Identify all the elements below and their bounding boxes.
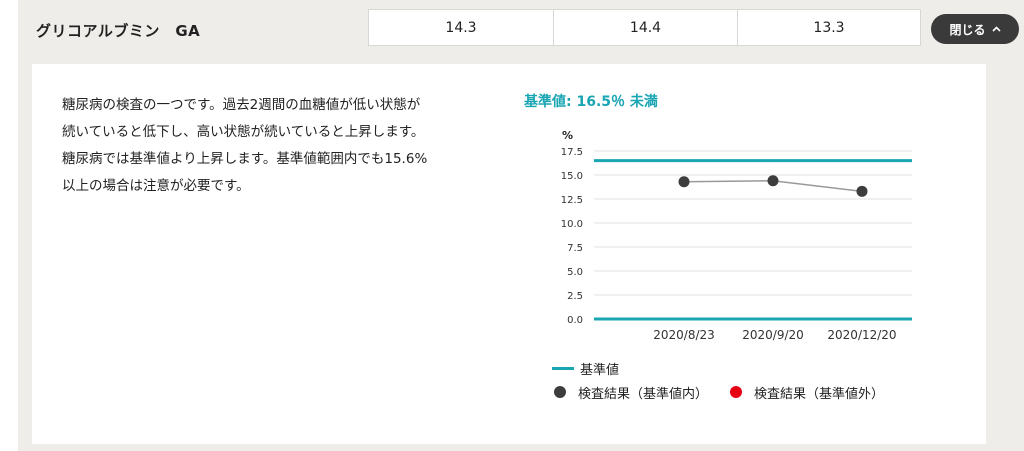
- legend-out-range-dot: [730, 386, 743, 398]
- trend-chart: % 0.0 2.5 5.0 7.5 10.0 12.5 15.0 17.5 2020/8/23 20…: [512, 114, 932, 354]
- x-tick-label: 2020/8/23: [653, 328, 715, 342]
- description-line: 糖尿病の検査の一つです。過去2週間の血糖値が低い状態が: [62, 97, 421, 113]
- legend-in-range: 検査結果（基準値内）: [552, 383, 708, 402]
- y-tick-label: 7.5: [567, 243, 583, 254]
- description-line: 続いていると低下し、高い状態が続いていると上昇します。: [62, 124, 425, 140]
- legend-in-range-dot: [554, 386, 566, 398]
- legend-in-range-label: 検査結果（基準値内）: [578, 386, 709, 402]
- data-point: [678, 176, 690, 188]
- legend-standard-swatch: [552, 366, 574, 370]
- x-tick-label: 2020/9/20: [742, 328, 804, 342]
- close-button-label: 閉じる: [949, 22, 986, 37]
- x-tick-label: 2020/12/20: [827, 328, 896, 342]
- result-cell-2: 14.4: [553, 9, 738, 46]
- legend-row-results: 検査結果（基準値内） 検査結果（基準値外）: [552, 380, 904, 404]
- data-point: [767, 175, 779, 187]
- chart-svg: % 0.0 2.5 5.0 7.5 10.0 12.5 15.0 17.5 2020/8/23 20…: [561, 129, 912, 342]
- y-tick-label: 15.0: [561, 171, 583, 182]
- y-tick-label: 0.0: [567, 315, 583, 326]
- test-name: グリコアルブミン GA: [36, 22, 201, 40]
- result-cell-3: 13.3: [737, 9, 921, 46]
- legend-standard-label: 基準値: [580, 362, 620, 378]
- data-point: [856, 185, 868, 197]
- result-cell-1: 14.3: [368, 9, 554, 46]
- legend-out-range-label: 検査結果（基準値外）: [754, 386, 885, 402]
- test-description: 糖尿病の検査の一つです。過去2週間の血糖値が低い状態が 続いていると低下し、高い…: [62, 92, 492, 200]
- description-line: 以上の場合は注意が必要です。: [62, 178, 250, 194]
- chart-legend: 基準値 検査結果（基準値内） 検査結果（基準値外）: [552, 356, 904, 404]
- description-line: 糖尿病では基準値より上昇します。基準値範囲内でも15.6%: [62, 151, 428, 167]
- y-tick-label: 17.5: [561, 147, 583, 158]
- y-tick-label: 2.5: [567, 291, 583, 302]
- standard-value-title: 基準値: 16.5％ 未満: [524, 94, 658, 110]
- legend-row-standard: 基準値: [552, 356, 904, 380]
- y-tick-label: 12.5: [561, 195, 583, 206]
- chevron-up-icon: [991, 24, 1001, 35]
- detail-content: 糖尿病の検査の一つです。過去2週間の血糖値が低い状態が 続いていると低下し、高い…: [32, 64, 986, 444]
- legend-out-range: 検査結果（基準値外）: [728, 383, 884, 402]
- y-tick-label: 10.0: [561, 219, 583, 230]
- y-tick-label: 5.0: [567, 267, 583, 278]
- close-button[interactable]: 閉じる: [931, 14, 1019, 44]
- y-axis-label: %: [562, 129, 573, 142]
